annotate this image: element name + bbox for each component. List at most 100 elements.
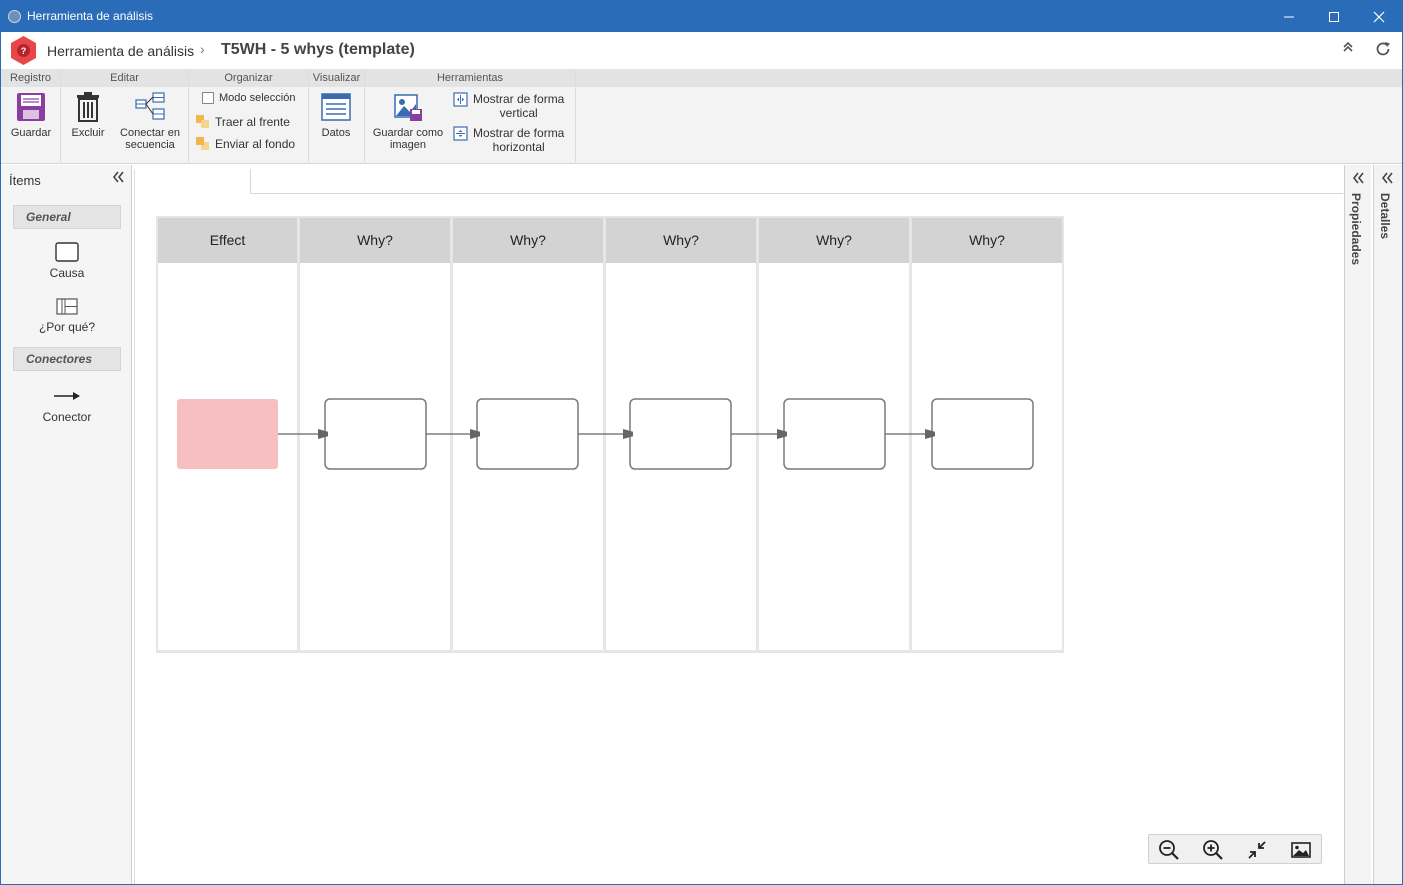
ribbon-group-registro: Registro Guardar bbox=[1, 69, 61, 164]
image-icon bbox=[1291, 842, 1311, 858]
send-to-back-icon bbox=[196, 137, 209, 150]
conectores-section-header[interactable]: Conectores bbox=[13, 347, 121, 371]
effect-box[interactable] bbox=[177, 399, 278, 469]
mostrar-vertical-label-1: Mostrar de forma bbox=[473, 92, 565, 106]
breadcrumb: ? Herramienta de análisis › T5WH - 5 why… bbox=[1, 32, 1402, 69]
guardar-button[interactable]: Guardar bbox=[5, 91, 57, 139]
guardar-imagen-button[interactable]: Guardar como imagen bbox=[371, 91, 445, 151]
ribbon-group-visualizar: Visualizar Datos bbox=[309, 69, 365, 164]
bring-to-front-icon bbox=[196, 115, 209, 128]
modo-seleccion-label: Modo selección bbox=[219, 92, 296, 104]
modo-seleccion-checkbox[interactable]: Modo selección bbox=[202, 92, 295, 104]
data-icon bbox=[321, 93, 351, 121]
detalles-expand-icon[interactable] bbox=[1380, 171, 1394, 189]
detalles-label: Detalles bbox=[1378, 193, 1392, 240]
trash-icon bbox=[77, 92, 99, 122]
double-chevron-left-icon bbox=[112, 171, 124, 183]
app-icon bbox=[8, 10, 21, 23]
column-header-label: Why? bbox=[816, 232, 852, 248]
breadcrumb-app[interactable]: Herramienta de análisis bbox=[47, 43, 194, 59]
propiedades-tab[interactable]: Propiedades bbox=[1344, 165, 1371, 884]
zoom-in-icon bbox=[1203, 840, 1223, 860]
guardar-imagen-label-2: imagen bbox=[389, 139, 427, 151]
conectar-secuencia-button[interactable]: Conectar en secuencia bbox=[117, 91, 183, 151]
why-box[interactable] bbox=[931, 398, 1034, 470]
ribbon-group-label: Visualizar bbox=[309, 69, 364, 87]
excluir-button[interactable]: Excluir bbox=[67, 91, 109, 139]
mostrar-horizontal-label-2: horizontal bbox=[492, 140, 545, 154]
guardar-imagen-label-1: Guardar como bbox=[372, 127, 444, 139]
general-section-header[interactable]: General bbox=[13, 205, 121, 229]
minimize-button[interactable] bbox=[1266, 1, 1312, 32]
fit-to-screen-icon bbox=[1248, 841, 1266, 859]
propiedades-label: Propiedades bbox=[1349, 193, 1363, 266]
ribbon-toolbar: Registro Guardar Editar Excluir Conectar… bbox=[1, 69, 1402, 164]
enviar-fondo-button[interactable]: Enviar al fondo bbox=[195, 136, 295, 151]
mostrar-horizontal-button[interactable]: Mostrar de forma horizontal bbox=[453, 126, 564, 154]
propiedades-expand-icon[interactable] bbox=[1351, 171, 1365, 189]
horizontal-layout-icon bbox=[453, 126, 468, 141]
window-title: Herramienta de análisis bbox=[27, 9, 154, 23]
title-bar: Herramienta de análisis bbox=[1, 1, 1402, 32]
excluir-label: Excluir bbox=[71, 127, 105, 139]
causa-item[interactable]: Causa bbox=[13, 241, 121, 280]
maximize-icon bbox=[1329, 11, 1339, 22]
ribbon-group-label: Herramientas bbox=[365, 69, 575, 87]
vertical-layout-icon bbox=[453, 92, 468, 107]
ribbon-group-editar: Editar Excluir Conectar en secuencia bbox=[61, 69, 189, 164]
checkbox-box[interactable] bbox=[202, 92, 214, 104]
causa-label: Causa bbox=[49, 266, 85, 280]
effect-column[interactable]: Effect bbox=[158, 218, 297, 650]
conectar-label-2: secuencia bbox=[125, 139, 175, 151]
detalles-tab[interactable]: Detalles bbox=[1373, 165, 1402, 884]
five-whys-diagram[interactable]: Effect Why? Why? Why? Why? Why? bbox=[135, 169, 1343, 885]
column-header-label: Why? bbox=[510, 232, 546, 248]
why-box[interactable] bbox=[324, 398, 427, 470]
why-table-icon bbox=[56, 298, 78, 315]
why-box[interactable] bbox=[476, 398, 579, 470]
items-panel-collapse-button[interactable] bbox=[111, 170, 125, 189]
page-title: T5WH - 5 whys (template) bbox=[221, 41, 415, 58]
column-header-label: Why? bbox=[969, 232, 1005, 248]
double-chevron-left-icon bbox=[1381, 172, 1393, 184]
ribbon-group-label: Registro bbox=[1, 69, 60, 87]
app-window: Herramienta de análisis ? Herramienta de… bbox=[0, 0, 1403, 885]
fit-to-screen-button[interactable] bbox=[1245, 838, 1269, 862]
conectar-label-1: Conectar en bbox=[120, 127, 180, 139]
ribbon-group-herramientas: Herramientas Guardar como imagen Mostrar… bbox=[365, 69, 576, 164]
conector-item[interactable]: Conector bbox=[13, 385, 121, 424]
collapse-ribbon-button[interactable] bbox=[1338, 40, 1358, 60]
why-column[interactable]: Why? bbox=[912, 218, 1062, 650]
why-box[interactable] bbox=[783, 398, 886, 470]
traer-frente-label: Traer al frente bbox=[215, 114, 290, 129]
ribbon-group-label: Organizar bbox=[189, 69, 308, 87]
export-image-button[interactable] bbox=[1289, 838, 1313, 862]
traer-frente-button[interactable]: Traer al frente bbox=[195, 114, 290, 129]
ribbon-group-organizar: Organizar Modo selección Traer al frente… bbox=[189, 69, 309, 164]
ribbon-group-label: Editar bbox=[61, 69, 188, 87]
connect-sequence-icon bbox=[135, 92, 165, 120]
mostrar-horizontal-label-1: Mostrar de forma bbox=[473, 126, 565, 140]
minimize-icon bbox=[1284, 16, 1294, 17]
zoom-out-icon bbox=[1159, 840, 1179, 860]
refresh-icon bbox=[1376, 42, 1390, 56]
why-box[interactable] bbox=[629, 398, 732, 470]
diagram-canvas[interactable]: Effect Why? Why? Why? Why? Why? bbox=[134, 169, 1343, 885]
zoom-out-button[interactable] bbox=[1157, 838, 1181, 862]
zoom-toolbar bbox=[1148, 834, 1322, 864]
items-panel-title: Ítems bbox=[9, 173, 41, 188]
close-icon bbox=[1373, 11, 1385, 22]
column-header-label: Why? bbox=[663, 232, 699, 248]
maximize-button[interactable] bbox=[1311, 1, 1357, 32]
arrow-right-icon bbox=[54, 392, 80, 400]
guardar-label: Guardar bbox=[10, 127, 52, 139]
mostrar-vertical-label-2: vertical bbox=[499, 106, 538, 120]
datos-label: Datos bbox=[321, 127, 351, 139]
close-button[interactable] bbox=[1356, 1, 1402, 32]
datos-button[interactable]: Datos bbox=[315, 91, 357, 139]
mostrar-vertical-button[interactable]: Mostrar de forma vertical bbox=[453, 92, 564, 120]
por-que-label: ¿Por qué? bbox=[38, 320, 96, 334]
por-que-item[interactable]: ¿Por qué? bbox=[13, 297, 121, 334]
zoom-in-button[interactable] bbox=[1201, 838, 1225, 862]
refresh-button[interactable] bbox=[1373, 40, 1393, 60]
